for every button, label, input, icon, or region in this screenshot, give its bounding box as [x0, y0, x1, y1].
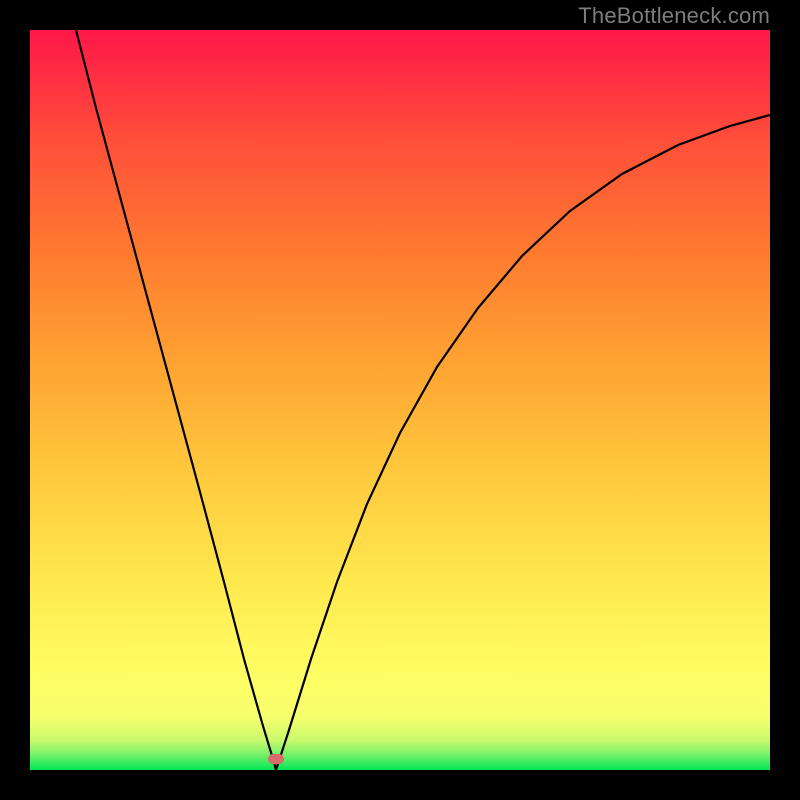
bottleneck-curve — [76, 30, 770, 770]
curve-svg — [30, 30, 770, 770]
chart-frame: TheBottleneck.com — [0, 0, 800, 800]
minimum-marker — [268, 754, 284, 764]
plot-area — [30, 30, 770, 770]
watermark-text: TheBottleneck.com — [578, 3, 770, 29]
